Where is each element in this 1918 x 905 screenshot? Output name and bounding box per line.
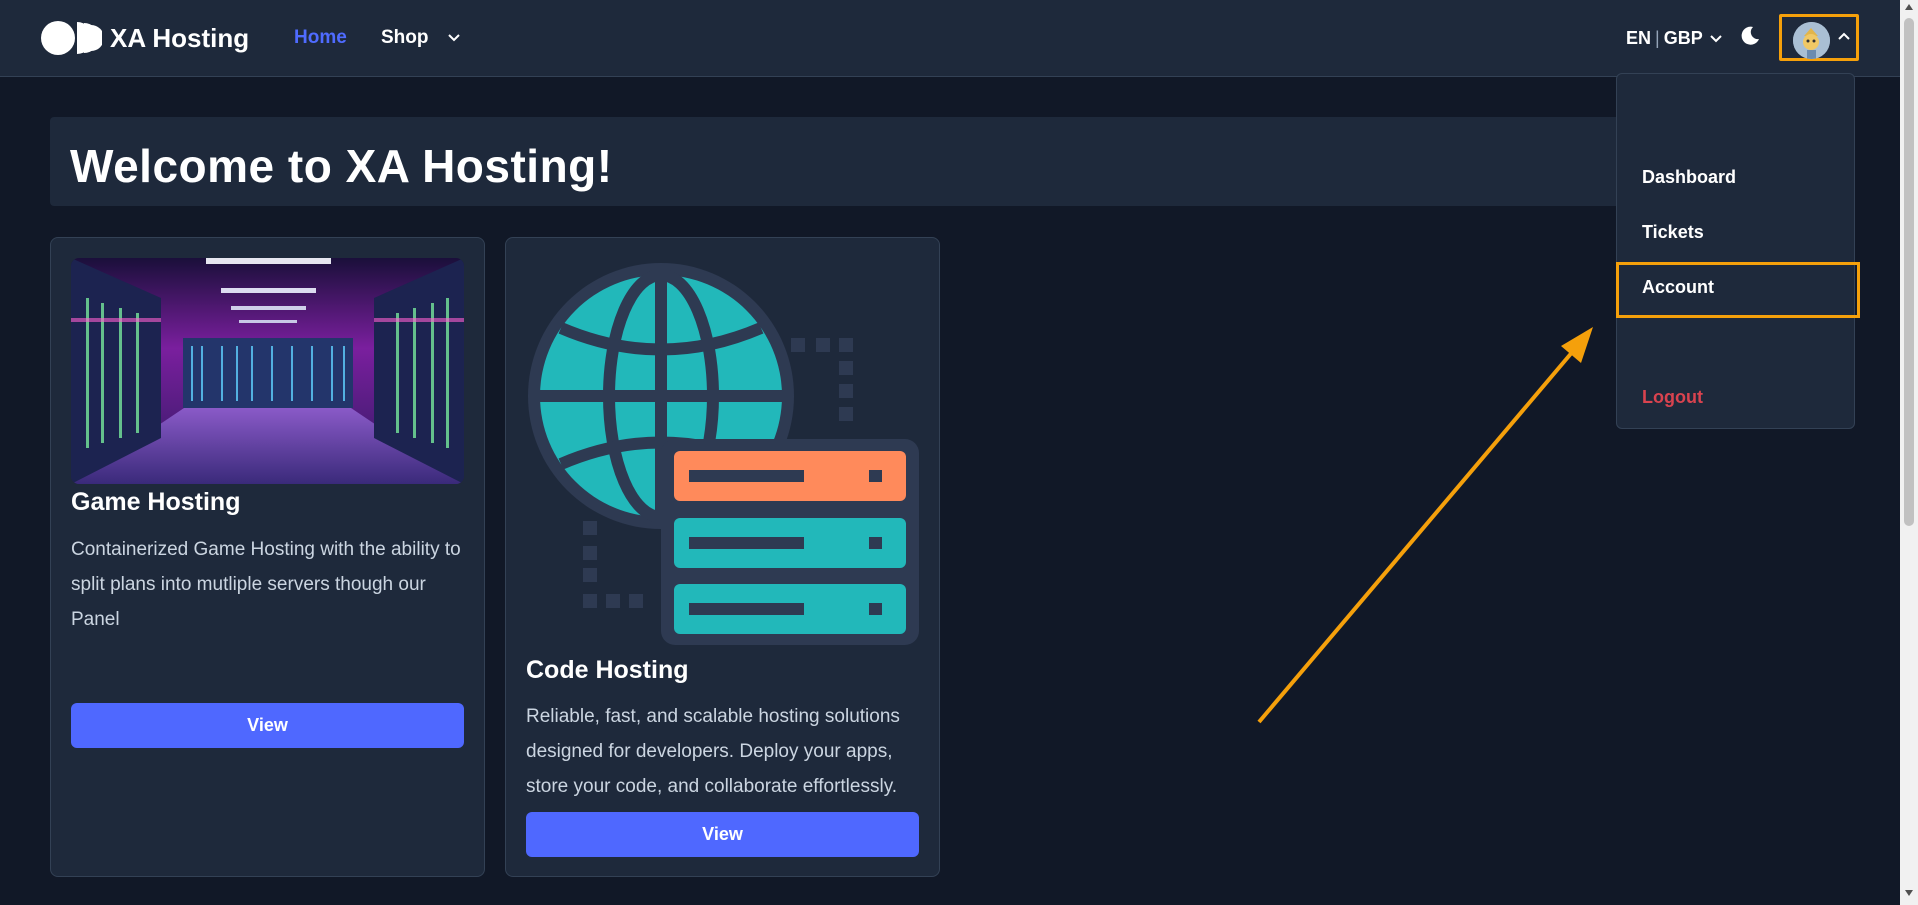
server-room-image xyxy=(71,258,464,484)
welcome-banner: Welcome to XA Hosting! xyxy=(50,117,1620,206)
language-code: EN xyxy=(1626,28,1652,48)
page-title: Welcome to XA Hosting! xyxy=(70,140,613,192)
view-game-hosting-button[interactable]: View xyxy=(71,703,464,748)
user-dropdown-menu: Dashboard Tickets Account Logout xyxy=(1616,73,1860,429)
nav-home-link[interactable]: Home xyxy=(294,27,347,49)
card-title: Game Hosting xyxy=(71,488,241,516)
nav-shop-label: Shop xyxy=(381,27,429,48)
page-scrollbar[interactable] xyxy=(1900,0,1918,905)
top-navbar: XA Hosting Home Shop EN | GBP xyxy=(0,0,1900,77)
server-rack-icon xyxy=(661,439,919,645)
moon-icon[interactable] xyxy=(1740,26,1760,46)
card-title: Code Hosting xyxy=(526,656,689,684)
chevron-down-icon xyxy=(1710,35,1723,43)
avatar-icon xyxy=(1793,22,1830,59)
card-description: Containerized Game Hosting with the abil… xyxy=(71,539,461,630)
language-currency-selector[interactable]: EN | GBP xyxy=(1626,28,1723,49)
user-menu-button[interactable] xyxy=(1779,14,1859,61)
menu-item-account[interactable]: Account xyxy=(1642,277,1714,298)
logo-icon[interactable] xyxy=(40,20,102,56)
nav-shop-dropdown[interactable]: Shop xyxy=(381,27,460,49)
card-description: Reliable, fast, and scalable hosting sol… xyxy=(526,706,900,797)
view-code-hosting-button[interactable]: View xyxy=(526,812,919,857)
chevron-up-icon xyxy=(1838,32,1850,40)
scroll-up-icon[interactable] xyxy=(1905,4,1913,10)
chevron-down-icon xyxy=(448,34,460,42)
menu-item-logout[interactable]: Logout xyxy=(1642,387,1703,408)
scroll-down-icon[interactable] xyxy=(1905,890,1913,896)
product-card-game-hosting: Game Hosting Containerized Game Hosting … xyxy=(50,237,485,877)
currency-code: GBP xyxy=(1663,28,1703,48)
lang-separator: | xyxy=(1655,28,1660,48)
scrollbar-thumb[interactable] xyxy=(1904,18,1914,526)
menu-item-dashboard[interactable]: Dashboard xyxy=(1642,167,1736,188)
menu-item-tickets[interactable]: Tickets xyxy=(1642,222,1704,243)
product-card-code-hosting: Code Hosting Reliable, fast, and scalabl… xyxy=(505,237,940,877)
brand-name[interactable]: XA Hosting xyxy=(110,23,249,54)
globe-server-illustration xyxy=(528,263,919,645)
